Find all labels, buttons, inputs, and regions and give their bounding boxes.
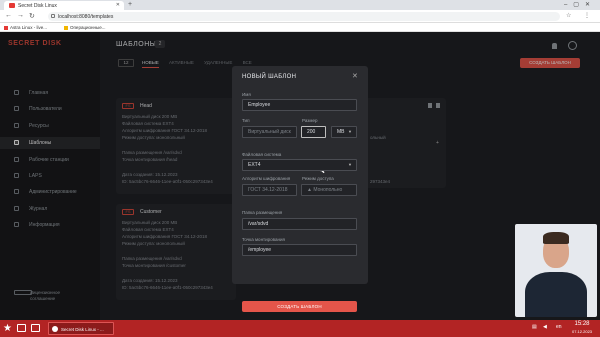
app: SECRET DISK Главная Пользователи Ресурсы… xyxy=(0,32,600,320)
forward-icon[interactable]: → xyxy=(17,12,24,19)
size-input[interactable]: 200 xyxy=(301,126,326,138)
volume-icon[interactable]: ◀ xyxy=(543,324,547,330)
create-template-submit-button[interactable]: СОЗДАТЬ ШАБЛОН xyxy=(242,301,357,312)
size-label: Размер xyxy=(302,118,318,123)
presenter-hair xyxy=(543,232,569,244)
fs-select[interactable]: EXT4 ▼ xyxy=(242,159,357,171)
bookmark-item[interactable]: Astra Linux - live... xyxy=(4,25,47,30)
dialog-title: НОВЫЙ ШАБЛОН xyxy=(242,74,297,80)
clock[interactable]: 15:28 07.12.2023 xyxy=(572,321,592,335)
star-icon[interactable]: ☆ xyxy=(566,12,571,19)
name-label: Имя xyxy=(242,92,251,97)
taskbar-task-browser[interactable]: Secret Disk Linux - ... xyxy=(48,322,114,335)
chevron-down-icon: ▼ xyxy=(348,129,352,134)
folder-label: Папка размещения xyxy=(242,210,283,215)
browser-tab[interactable]: Secret Disk Linux ✕ xyxy=(4,1,124,10)
type-label: Тип xyxy=(242,118,250,123)
close-icon[interactable]: ✕ xyxy=(352,72,358,80)
tab-title: Secret Disk Linux xyxy=(18,3,57,9)
unit-select[interactable]: MB ▼ xyxy=(331,126,357,138)
lock-icon xyxy=(51,14,55,18)
reload-icon[interactable]: ↻ xyxy=(29,12,35,20)
mount-label: Точка монтирования xyxy=(242,237,285,242)
algo-field: ГОСТ 34.12-2018 xyxy=(242,184,297,196)
url-input[interactable]: localhost:8080/templates xyxy=(48,12,560,21)
window-controls[interactable]: –▢✕ xyxy=(564,1,596,8)
desktop-icon[interactable] xyxy=(17,324,26,332)
fs-label: Файловая система xyxy=(242,152,282,157)
bookmark-item[interactable]: Операционные... xyxy=(64,25,106,30)
access-field: ▲ Монопольно xyxy=(301,184,357,196)
url-text: localhost:8080/templates xyxy=(58,14,114,20)
new-template-dialog: НОВЫЙ ШАБЛОН ✕ Имя Employee Тип Размер В… xyxy=(232,66,368,312)
folder-input[interactable]: /var/sdvd xyxy=(242,218,357,230)
type-field: Виртуальный диск xyxy=(242,126,297,138)
algo-label: Алгоритм шифрования xyxy=(242,176,291,181)
back-icon[interactable]: ← xyxy=(5,12,12,19)
webcam-overlay xyxy=(515,224,597,317)
start-menu-icon[interactable]: ★ xyxy=(3,323,12,334)
new-tab-icon[interactable]: + xyxy=(128,1,132,8)
network-icon[interactable]: ▤ xyxy=(532,324,537,330)
mount-input[interactable]: /employee xyxy=(242,244,357,256)
taskbar: ★ Secret Disk Linux - ... ▤ ◀ en 15:28 0… xyxy=(0,320,600,337)
keyboard-layout[interactable]: en xyxy=(556,324,562,330)
bookmarks-bar: Astra Linux - live... Операционные... xyxy=(0,23,600,32)
name-input[interactable]: Employee xyxy=(242,99,357,111)
files-icon[interactable] xyxy=(31,324,40,332)
close-tab-icon[interactable]: ✕ xyxy=(116,2,120,8)
favicon-icon xyxy=(9,3,15,8)
access-label: Режим доступа xyxy=(302,176,334,181)
browser-tab-strip: Secret Disk Linux ✕ + –▢✕ xyxy=(0,0,600,10)
menu-icon[interactable]: ⋮ xyxy=(584,12,590,19)
browser-icon xyxy=(52,326,58,332)
chevron-down-icon: ▼ xyxy=(348,162,352,167)
presenter-body xyxy=(525,272,587,317)
address-bar-row: ← → ↻ localhost:8080/templates ☆ ⋮ xyxy=(0,10,600,23)
